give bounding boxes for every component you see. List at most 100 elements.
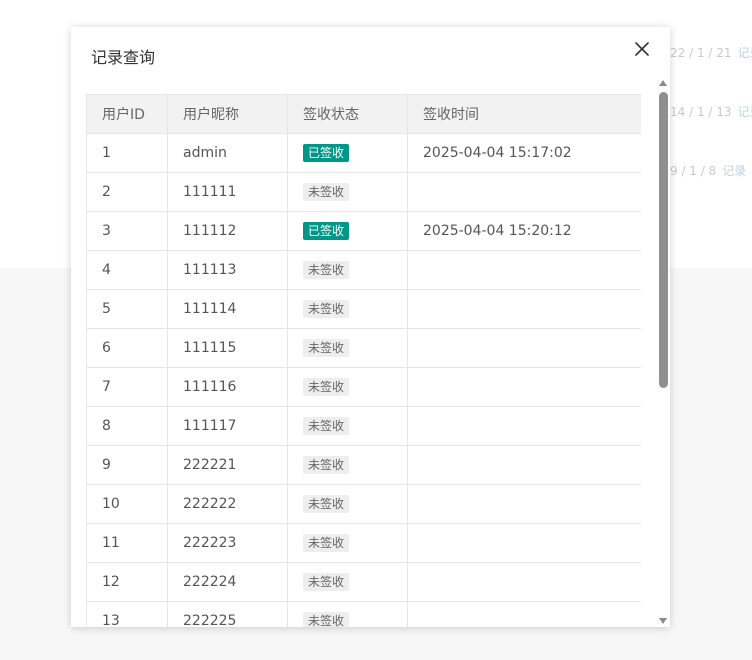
cell-status: 未签收 — [287, 484, 408, 524]
cell-sign-time — [407, 250, 641, 290]
background-row: 22 / 1 / 21 记录 — [670, 44, 752, 61]
cell-nickname: 222223 — [167, 523, 288, 563]
close-button[interactable] — [632, 39, 652, 59]
dialog-title: 记录查询 — [91, 48, 156, 67]
cell-nickname: 222222 — [167, 484, 288, 524]
cell-sign-time: 2025-04-04 15:17:02 — [407, 133, 641, 173]
column-header-user-id: 用户ID — [86, 94, 168, 134]
cell-nickname: 111117 — [167, 406, 288, 446]
cell-user-id: 10 — [86, 484, 168, 524]
cell-status: 未签收 — [287, 562, 408, 602]
table-row: 1 admin 已签收 2025-04-04 15:17:02 — [86, 133, 641, 173]
cell-sign-time: 2025-04-04 15:20:12 — [407, 211, 641, 251]
table-row: 5 111114 未签收 — [86, 289, 641, 329]
cell-status: 未签收 — [287, 250, 408, 290]
table-body: 1 admin 已签收 2025-04-04 15:17:02 2 111111 未签收 3 1… — [86, 133, 641, 627]
status-badge: 未签收 — [303, 534, 350, 552]
cell-sign-time — [407, 523, 641, 563]
status-badge: 未签收 — [303, 495, 350, 513]
cell-sign-time — [407, 445, 641, 485]
cell-nickname: 222224 — [167, 562, 288, 602]
scroll-up-arrow-icon[interactable] — [659, 80, 667, 86]
cell-sign-time — [407, 289, 641, 329]
cell-nickname: 111112 — [167, 211, 288, 251]
cell-status: 未签收 — [287, 523, 408, 563]
cell-nickname: 111115 — [167, 328, 288, 368]
cell-nickname: 111114 — [167, 289, 288, 329]
cell-status: 未签收 — [287, 172, 408, 212]
cell-nickname: 222221 — [167, 445, 288, 485]
cell-user-id: 9 — [86, 445, 168, 485]
cell-status: 未签收 — [287, 367, 408, 407]
cell-nickname: admin — [167, 133, 288, 173]
cell-status: 未签收 — [287, 328, 408, 368]
cell-nickname: 111111 — [167, 172, 288, 212]
status-badge: 未签收 — [303, 261, 350, 279]
cell-user-id: 3 — [86, 211, 168, 251]
background-row-date: 14 / 1 / 13 — [670, 105, 732, 119]
cell-sign-time — [407, 328, 641, 368]
background-row: 14 / 1 / 13 记录 — [670, 103, 752, 120]
cell-user-id: 5 — [86, 289, 168, 329]
table-row: 13 222225 未签收 — [86, 601, 641, 627]
cell-sign-time — [407, 484, 641, 524]
status-badge: 未签收 — [303, 378, 350, 396]
cell-sign-time — [407, 367, 641, 407]
scrollbar-thumb[interactable] — [659, 92, 668, 388]
table-row: 12 222224 未签收 — [86, 562, 641, 602]
background-row-link[interactable]: 记录 — [738, 46, 752, 60]
dialog-body[interactable]: 用户ID 用户昵称 签收状态 签收时间 1 admin 已签收 2025-04-04 … — [86, 94, 641, 627]
status-badge: 未签收 — [303, 573, 350, 591]
column-header-time: 签收时间 — [407, 94, 641, 134]
table-row: 8 111117 未签收 — [86, 406, 641, 446]
status-badge: 已签收 — [303, 222, 350, 240]
cell-sign-time — [407, 562, 641, 602]
cell-user-id: 6 — [86, 328, 168, 368]
cell-user-id: 7 — [86, 367, 168, 407]
background-row-date: 22 / 1 / 21 — [670, 46, 732, 60]
cell-user-id: 11 — [86, 523, 168, 563]
background-row-date: 9 / 1 / 8 — [670, 164, 717, 178]
cell-user-id: 12 — [86, 562, 168, 602]
table-row: 10 222222 未签收 — [86, 484, 641, 524]
records-dialog: 记录查询 用户ID 用户昵称 签收状态 签收时间 1 admin 已签收 2025-0 — [71, 27, 670, 627]
table-row: 9 222221 未签收 — [86, 445, 641, 485]
cell-status: 未签收 — [287, 445, 408, 485]
cell-nickname: 222225 — [167, 601, 288, 627]
table-row: 3 111112 已签收 2025-04-04 15:20:12 — [86, 211, 641, 251]
background-row-link[interactable]: 记录 — [722, 164, 746, 178]
cell-sign-time — [407, 172, 641, 212]
cell-user-id: 1 — [86, 133, 168, 173]
cell-user-id: 8 — [86, 406, 168, 446]
status-badge: 未签收 — [303, 612, 350, 627]
table-row: 6 111115 未签收 — [86, 328, 641, 368]
scroll-down-arrow-icon[interactable] — [659, 618, 667, 624]
cell-status: 已签收 — [287, 133, 408, 173]
status-badge: 未签收 — [303, 339, 350, 357]
cell-user-id: 13 — [86, 601, 168, 627]
cell-sign-time — [407, 601, 641, 627]
cell-sign-time — [407, 406, 641, 446]
scrollbar[interactable] — [655, 76, 671, 626]
records-table: 用户ID 用户昵称 签收状态 签收时间 1 admin 已签收 2025-04-04 … — [86, 94, 641, 627]
cell-nickname: 111116 — [167, 367, 288, 407]
table-row: 2 111111 未签收 — [86, 172, 641, 212]
status-badge: 未签收 — [303, 417, 350, 435]
status-badge: 未签收 — [303, 300, 350, 318]
column-header-status: 签收状态 — [287, 94, 408, 134]
cell-user-id: 2 — [86, 172, 168, 212]
table-row: 7 111116 未签收 — [86, 367, 641, 407]
cell-status: 未签收 — [287, 289, 408, 329]
status-badge: 未签收 — [303, 456, 350, 474]
table-header-row: 用户ID 用户昵称 签收状态 签收时间 — [86, 94, 641, 134]
status-badge: 未签收 — [303, 183, 350, 201]
cell-status: 未签收 — [287, 406, 408, 446]
column-header-nickname: 用户昵称 — [167, 94, 288, 134]
close-icon — [635, 42, 649, 56]
status-badge: 已签收 — [303, 144, 350, 162]
table-row: 4 111113 未签收 — [86, 250, 641, 290]
cell-user-id: 4 — [86, 250, 168, 290]
background-row-link[interactable]: 记录 — [738, 105, 752, 119]
cell-status: 未签收 — [287, 601, 408, 627]
table-row: 11 222223 未签收 — [86, 523, 641, 563]
